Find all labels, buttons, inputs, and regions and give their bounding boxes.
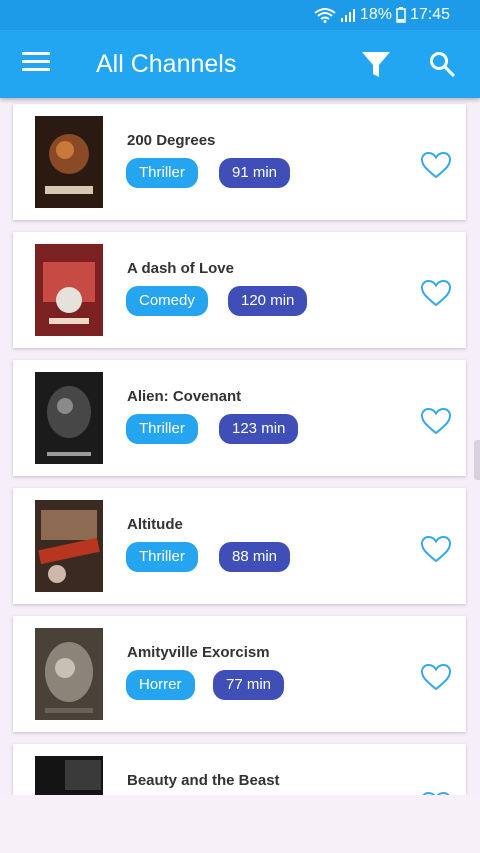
genre-badge[interactable]: Horrer [126,670,195,700]
channel-title: Beauty and the Beast [127,772,280,789]
app-bar: All Channels [0,30,480,98]
list-item[interactable]: Alien: Covenant Thriller 123 min [13,360,466,476]
list-item[interactable]: Beauty and the Beast [13,744,466,795]
genre-badge[interactable]: Thriller [126,542,198,572]
poster-image [35,756,103,795]
heart-icon[interactable] [420,663,452,691]
channel-title: A dash of Love [127,260,234,277]
heart-icon[interactable] [420,407,452,435]
list-item[interactable]: A dash of Love Comedy 120 min [13,232,466,348]
genre-badge[interactable]: Thriller [126,414,198,444]
clock: 17:45 [409,6,450,23]
list-item[interactable]: 200 Degrees Thriller 91 min [13,104,466,220]
poster-image [35,116,103,208]
battery-icon [396,7,406,23]
heart-icon[interactable] [420,279,452,307]
duration-badge: 88 min [219,542,291,572]
duration-badge: 91 min [219,158,291,188]
menu-icon[interactable] [22,52,50,74]
duration-badge: 123 min [219,414,299,444]
channel-title: Altitude [127,516,183,533]
status-bar: 18% 17:45 [0,0,480,30]
poster-image [35,628,103,720]
poster-image [35,244,103,336]
wifi-icon [314,8,336,23]
channel-title: Alien: Covenant [127,388,242,405]
channel-title: 200 Degrees [127,132,216,149]
signal-icon [340,9,355,22]
duration-badge: 120 min [228,286,308,316]
heart-icon[interactable] [420,151,452,179]
poster-image [35,372,103,464]
bottom-area [0,795,480,853]
duration-badge: 77 min [213,670,285,700]
genre-badge[interactable]: Comedy [126,286,208,316]
scroll-edge-indicator [474,440,480,480]
list-item[interactable]: Amityville Exorcism Horrer 77 min [13,616,466,732]
poster-image [35,500,103,592]
status-icons: 18% 17:45 [314,6,450,24]
channel-list[interactable]: 200 Degrees Thriller 91 min A dash of Lo… [0,98,480,795]
battery-percent: 18% [359,6,392,23]
search-icon[interactable] [428,50,456,78]
genre-badge[interactable]: Thriller [126,158,198,188]
channel-title: Amityville Exorcism [127,644,270,661]
heart-icon[interactable] [420,535,452,563]
filter-icon[interactable] [360,50,392,80]
list-item[interactable]: Altitude Thriller 88 min [13,488,466,604]
page-title: All Channels [96,50,237,78]
